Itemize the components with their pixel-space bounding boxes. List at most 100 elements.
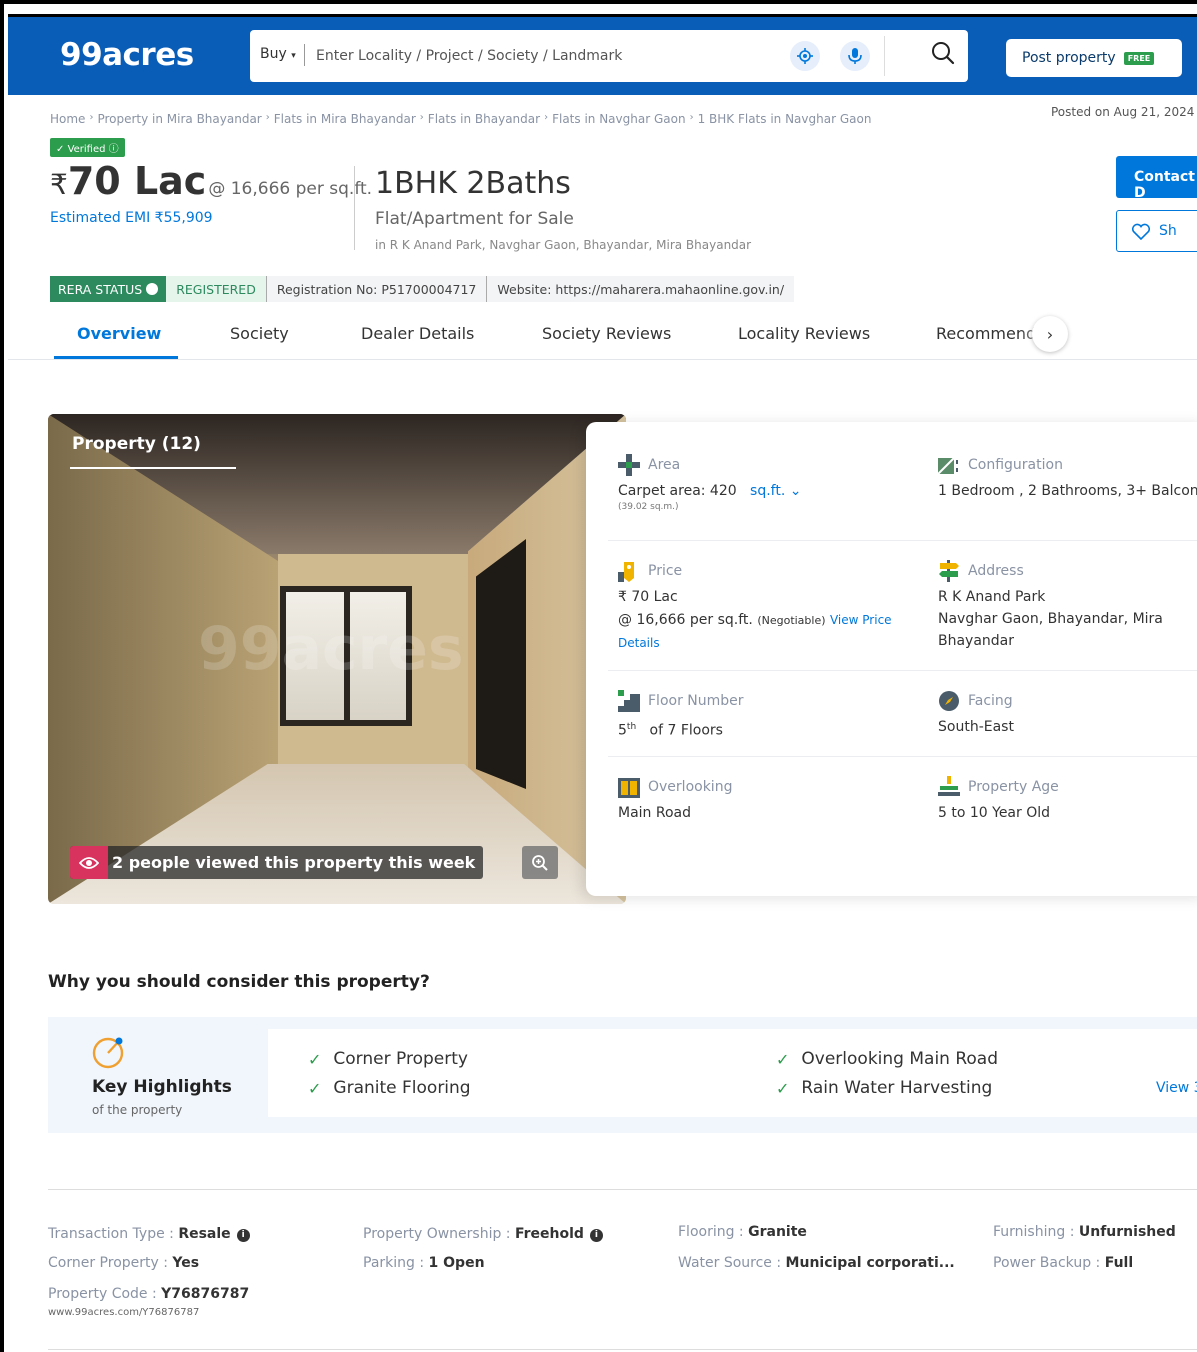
info-icon[interactable] xyxy=(146,283,159,295)
rera-status-badge: RERA STATUS xyxy=(50,276,167,302)
attr-key: Furnishing : xyxy=(993,1224,1079,1240)
tab-locality-reviews[interactable]: Locality Reviews xyxy=(738,324,870,343)
site-logo[interactable]: 99acres xyxy=(60,37,194,73)
chevron-right-icon: › xyxy=(544,112,549,123)
verified-badge: ✓ Verified ⓘ xyxy=(50,138,125,157)
search-button[interactable] xyxy=(930,40,956,70)
section-tabs: Overview Society Dealer Details Society … xyxy=(8,310,1197,360)
attr-value: Full xyxy=(1104,1255,1134,1271)
breadcrumb-item[interactable]: Flats in Mira Bhayandar xyxy=(274,112,416,126)
photo-doorway xyxy=(476,539,526,789)
divider xyxy=(884,36,885,76)
rera-row: RERA STATUS REGISTERED Registration No: … xyxy=(50,276,795,302)
attr-value: 1 Open xyxy=(428,1255,485,1271)
chevron-right-icon: › xyxy=(689,112,694,123)
configuration-value: 1 Bedroom , 2 Bathrooms, 3+ Balcon xyxy=(938,483,1197,499)
listing-location: in R K Anand Park, Navghar Gaon, Bhayand… xyxy=(375,238,752,252)
configuration-label: Configuration xyxy=(968,457,1063,473)
detail-price: Price ₹ 70 Lac @ 16,666 per sq.ft. (Nego… xyxy=(618,560,892,655)
emi-link[interactable]: Estimated EMI ₹55,909 xyxy=(50,210,213,226)
tab-overview[interactable]: Overview xyxy=(77,324,161,343)
attr-value: Yes xyxy=(172,1255,200,1271)
highlight-item: ✓ Granite Flooring xyxy=(308,1078,471,1098)
page-frame: 99acres Buy ▾ Post property FREE Home › P… xyxy=(0,0,1197,1352)
listing-title: 1BHK 2Baths xyxy=(375,166,571,201)
post-property-button[interactable]: Post property FREE xyxy=(1006,39,1182,77)
why-consider-title: Why you should consider this property? xyxy=(48,972,430,992)
shortlist-button[interactable]: Sh xyxy=(1116,210,1197,252)
search-input[interactable] xyxy=(316,40,776,72)
listing-subtitle: Flat/Apartment for Sale xyxy=(375,209,574,229)
view-more-highlights-link[interactable]: View 3 xyxy=(1156,1080,1197,1096)
price-label: Price xyxy=(648,563,683,579)
zoom-button[interactable] xyxy=(522,846,558,879)
breadcrumb-item[interactable]: Flats in Navghar Gaon xyxy=(552,112,685,126)
breadcrumb-item[interactable]: Property in Mira Bhayandar xyxy=(97,112,261,126)
facing-label: Facing xyxy=(968,693,1013,709)
highlight-label: Rain Water Harvesting xyxy=(801,1078,993,1098)
info-icon[interactable]: i xyxy=(236,1229,250,1242)
attr-key: Power Backup : xyxy=(993,1255,1105,1271)
view-price-details-link-cont[interactable]: Details xyxy=(618,632,892,655)
attr-transaction-type: Transaction Type : Resale i xyxy=(48,1226,250,1242)
post-property-label: Post property xyxy=(1022,50,1116,66)
property-photo-gallery[interactable]: 99acres Property (12) 2 people viewed th… xyxy=(48,414,626,904)
view-price-details-link[interactable]: View Price xyxy=(830,613,892,627)
locate-me-button[interactable] xyxy=(790,41,820,71)
breadcrumb-item[interactable]: Flats in Bhayandar xyxy=(428,112,540,126)
detail-area: Area Carpet area: 420 sq.ft. ⌄ (39.02 sq… xyxy=(618,454,801,512)
tab-dealer-details[interactable]: Dealer Details xyxy=(361,324,474,343)
free-badge: FREE xyxy=(1123,51,1155,65)
attr-key: Water Source : xyxy=(678,1255,786,1271)
property-details-card: Area Carpet area: 420 sq.ft. ⌄ (39.02 sq… xyxy=(586,422,1197,896)
verified-label: Verified xyxy=(67,144,106,155)
attr-water-source: Water Source : Municipal corporati... xyxy=(678,1255,955,1271)
tabs-next-button[interactable]: › xyxy=(1032,316,1068,352)
attr-power-backup: Power Backup : Full xyxy=(993,1255,1133,1271)
divider xyxy=(304,44,305,66)
key-highlights-box: Key Highlights of the property ✓ Corner P… xyxy=(48,1017,1197,1133)
overlooking-window-icon xyxy=(618,778,640,798)
attr-key: Corner Property : xyxy=(48,1255,173,1271)
attr-key: Property Ownership : xyxy=(363,1226,515,1242)
views-badge: 2 people viewed this property this week xyxy=(70,846,484,879)
price-per-sqft-value: @ 16,666 per sq.ft. xyxy=(618,612,753,628)
address-label: Address xyxy=(968,563,1024,579)
property-age-value: 5 to 10 Year Old xyxy=(938,805,1051,821)
rera-registration-number: Registration No: P51700004717 xyxy=(265,276,487,302)
attr-key: Flooring : xyxy=(678,1224,749,1240)
search-icon xyxy=(932,42,955,65)
price-value: ₹ 70 Lac xyxy=(618,589,678,605)
attr-flooring: Flooring : Granite xyxy=(678,1224,807,1240)
zoom-icon xyxy=(532,854,548,871)
gallery-title-underline xyxy=(70,467,236,469)
detail-overlooking: Overlooking Main Road xyxy=(618,776,732,824)
info-icon[interactable]: i xyxy=(589,1229,603,1242)
signpost-icon xyxy=(939,560,959,582)
divider xyxy=(48,1189,1197,1190)
chevron-right-icon: › xyxy=(419,112,424,123)
breadcrumb-item[interactable]: Home xyxy=(50,112,85,126)
tab-society[interactable]: Society xyxy=(230,324,289,343)
floor-number: 5 xyxy=(618,722,627,739)
address-line1: R K Anand Park xyxy=(938,589,1046,605)
property-code-url[interactable]: www.99acres.com/Y76876787 xyxy=(48,1307,199,1318)
voice-search-button[interactable] xyxy=(840,41,870,71)
attr-value: Granite xyxy=(748,1224,807,1240)
buy-dropdown[interactable]: Buy ▾ xyxy=(260,46,296,62)
rera-registered-badge: REGISTERED xyxy=(166,276,266,302)
tab-society-reviews[interactable]: Society Reviews xyxy=(542,324,671,343)
contact-dealer-button[interactable]: Contact D xyxy=(1116,156,1197,201)
highlight-item: ✓ Rain Water Harvesting xyxy=(776,1078,992,1098)
highlight-label: Granite Flooring xyxy=(333,1078,471,1098)
top-header: 99acres Buy ▾ Post property FREE xyxy=(8,14,1197,95)
rera-website[interactable]: Website: https://maharera.mahaonline.gov… xyxy=(486,276,795,302)
chevron-right-icon: › xyxy=(265,112,270,123)
key-highlights-title: Key Highlights xyxy=(92,1077,232,1097)
area-label: Area xyxy=(648,457,681,473)
facing-value: South-East xyxy=(938,719,1014,735)
buy-label: Buy xyxy=(260,46,287,62)
gallery-title[interactable]: Property (12) xyxy=(72,434,201,454)
divider xyxy=(354,166,355,250)
area-unit-dropdown[interactable]: sq.ft. ⌄ xyxy=(750,483,801,499)
